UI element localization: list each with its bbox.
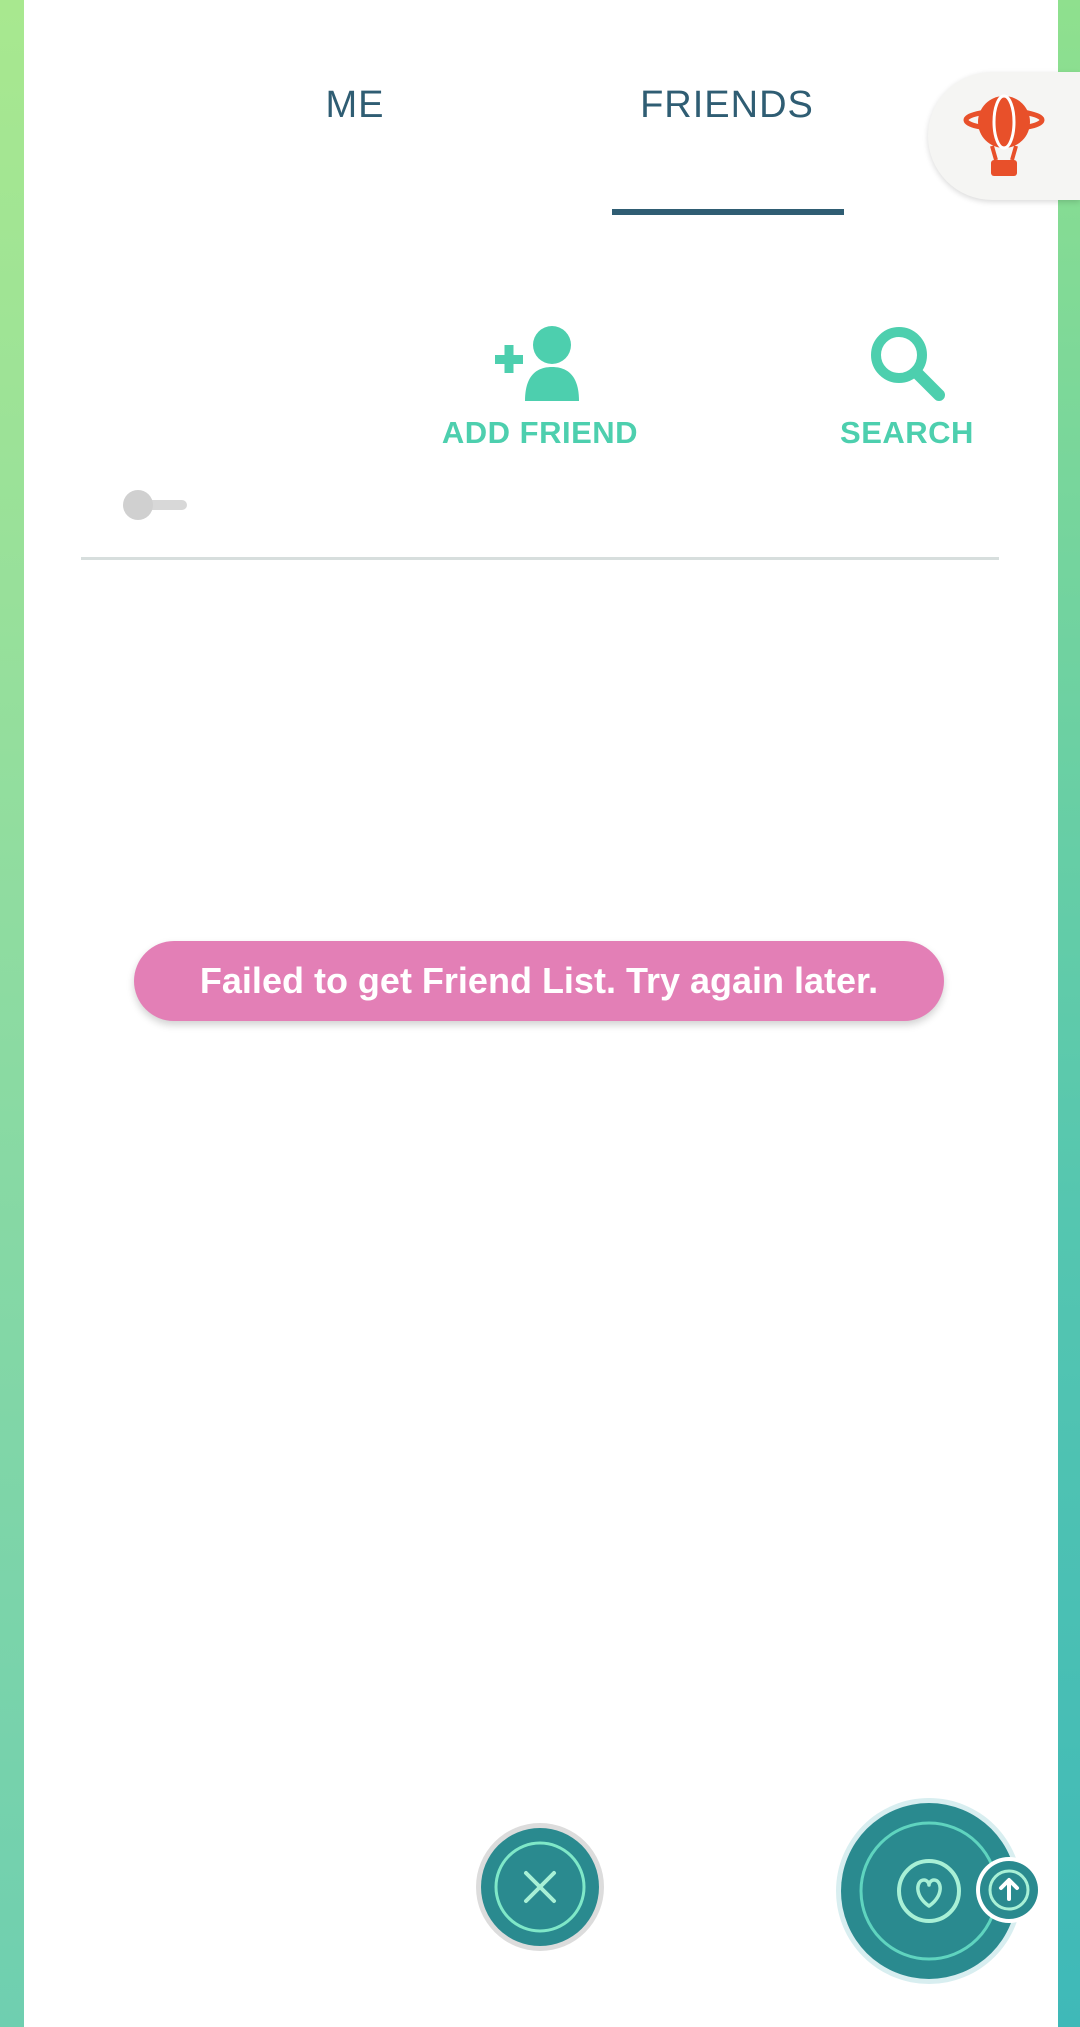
close-button-face xyxy=(481,1828,599,1946)
hot-air-balloon-icon xyxy=(963,94,1045,176)
tab-friends[interactable]: FRIENDS xyxy=(612,84,842,127)
toggle-switch[interactable] xyxy=(123,490,193,520)
error-toast: Failed to get Friend List. Try again lat… xyxy=(134,941,944,1021)
toggle-knob xyxy=(123,490,153,520)
scroll-up-button[interactable] xyxy=(976,1857,1042,1923)
close-button[interactable] xyxy=(476,1823,604,1951)
add-friend-label: ADD FRIEND xyxy=(441,415,639,450)
scroll-up-button-face xyxy=(980,1861,1038,1919)
add-person-icon xyxy=(495,326,579,401)
close-icon xyxy=(494,1841,586,1933)
active-tab-indicator xyxy=(612,209,844,215)
search-button[interactable]: SEARCH xyxy=(822,325,992,451)
search-label: SEARCH xyxy=(840,415,974,450)
arrow-up-icon xyxy=(988,1869,1030,1911)
divider xyxy=(81,557,999,560)
balloon-button[interactable] xyxy=(928,72,1080,200)
add-friend-button[interactable]: ADD FRIEND xyxy=(425,325,655,451)
tab-me[interactable]: ME xyxy=(300,84,410,127)
background-edge xyxy=(1058,0,1080,2027)
magnifier-icon xyxy=(871,327,945,401)
